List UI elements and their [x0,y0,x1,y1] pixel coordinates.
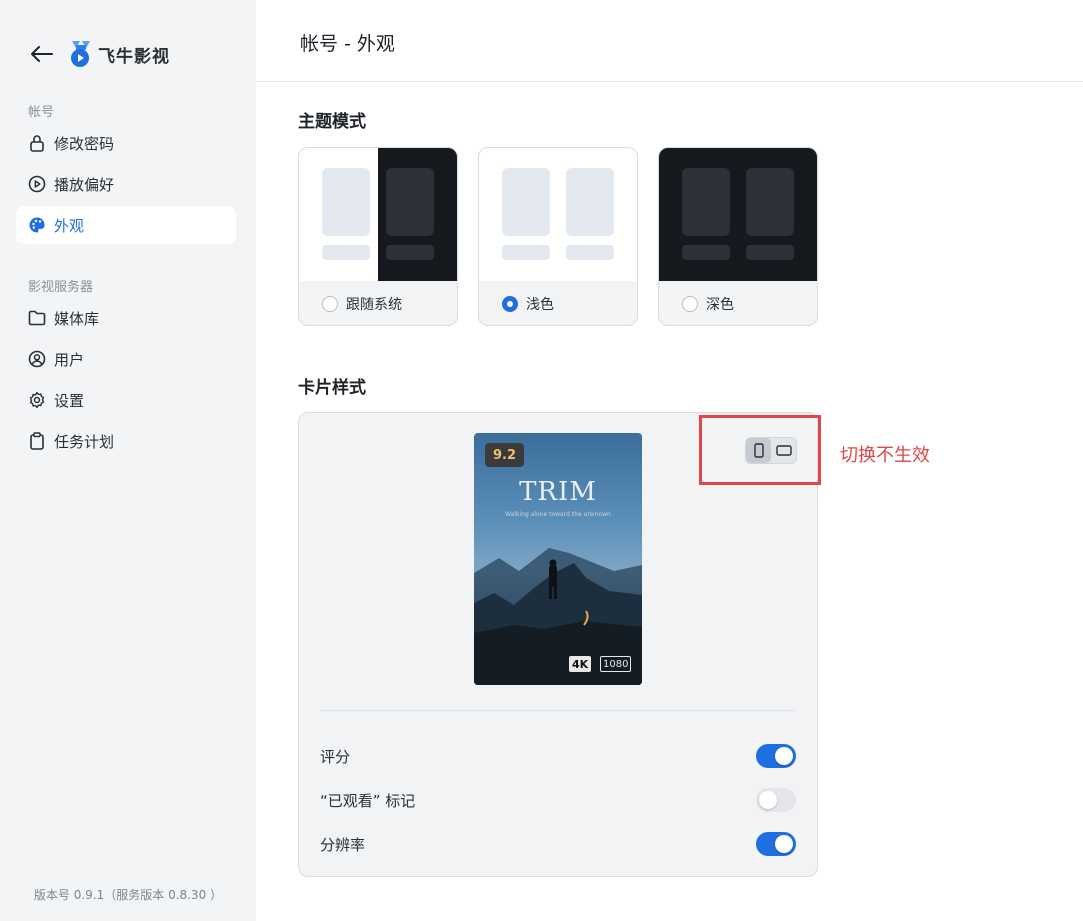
preview-block [322,245,370,260]
switch-knob [759,791,777,809]
theme-mode-heading: 主题模式 [298,112,366,132]
rating-badge: 9.2 [485,443,524,467]
preview-block [682,168,730,236]
annotation-note: 切换不生效 [840,445,930,466]
switch-knob [775,835,793,853]
preview-block [502,245,550,260]
theme-preview-system [299,148,457,281]
sidebar-item-change-password[interactable]: 修改密码 [16,124,236,162]
preview-block [502,168,550,236]
toggle-label: “已观看” 标记 [320,791,416,810]
section-title-account: 帐号 [28,105,55,120]
sidebar-item-appearance[interactable]: 外观 [16,206,236,244]
brand: 飞牛影视 [30,38,170,70]
radio-button[interactable] [322,295,338,312]
theme-preview-dark [659,148,817,281]
sidebar-item-label: 修改密码 [54,134,115,153]
palette-icon [27,215,47,235]
arrow-left-icon [31,46,53,62]
theme-option-label: 浅色 [526,296,554,313]
theme-option-footer: 深色 [659,281,817,325]
theme-option-dark[interactable]: 深色 [658,147,818,326]
lock-icon [27,133,47,153]
poster-preview: 9.2 TRIM Walking alone toward the unknow… [474,433,642,685]
preview-block [322,168,370,236]
clipboard-icon [27,431,47,451]
poster-subtitle: Walking alone toward the unknown [505,511,611,518]
theme-option-light[interactable]: 浅色 [478,147,638,326]
divider [320,710,796,711]
preview-block [566,245,614,260]
annotation-highlight-box [699,415,821,485]
preview-block [386,168,434,236]
sidebar-item-users[interactable]: 用户 [16,340,236,378]
theme-option-footer: 浅色 [479,281,637,325]
toggle-row-watched: “已观看” 标记 [320,787,796,813]
sidebar-item-media-library[interactable]: 媒体库 [16,299,236,337]
gear-icon [27,390,47,410]
back-button[interactable] [30,42,54,66]
folder-icon [27,308,47,328]
resolution-switch[interactable] [756,832,796,856]
logo-icon [71,41,90,67]
rating-switch[interactable] [756,744,796,768]
play-circle-icon [27,174,47,194]
page-title: 帐号 - 外观 [300,33,395,55]
toggle-row-resolution: 分辨率 [320,831,796,857]
toggle-row-rating: 评分 [320,743,796,769]
sidebar-item-settings[interactable]: 设置 [16,381,236,419]
toggle-label: 评分 [320,747,351,766]
theme-option-system[interactable]: 跟随系统 [298,147,458,326]
version-text: 版本号 0.9.1（服务版本 0.8.30 ） [33,888,223,902]
resolution-badge-1080: 1080 [600,656,632,672]
toggle-label: 分辨率 [320,835,366,854]
theme-option-label: 深色 [706,296,734,313]
sidebar: 飞牛影视 帐号 修改密码 播放偏好 外观 影视服务器 媒体库 用户 设置 任务计… [0,0,256,921]
sidebar-item-label: 设置 [54,391,85,410]
theme-option-footer: 跟随系统 [299,281,457,325]
sidebar-item-playback[interactable]: 播放偏好 [16,165,236,203]
preview-block [746,245,794,260]
user-icon [27,349,47,369]
theme-option-label: 跟随系统 [346,296,402,313]
sidebar-item-label: 用户 [54,350,85,369]
resolution-badge-4k: 4K [569,656,592,672]
watched-mark-switch[interactable] [756,788,796,812]
preview-block [746,168,794,236]
section-title-server: 影视服务器 [28,280,94,295]
header: 帐号 - 外观 [256,0,1083,82]
sidebar-item-label: 媒体库 [54,309,100,328]
poster-title: TRIM [519,477,597,507]
preview-block [566,168,614,236]
preview-block [386,245,434,260]
sidebar-item-label: 任务计划 [54,432,115,451]
radio-button[interactable] [682,295,698,312]
theme-preview-light [479,148,637,281]
card-style-heading: 卡片样式 [298,378,366,398]
switch-knob [775,747,793,765]
sidebar-item-tasks[interactable]: 任务计划 [16,422,236,460]
sidebar-item-label: 播放偏好 [54,175,115,194]
preview-block [682,245,730,260]
radio-button-checked[interactable] [502,295,518,312]
sidebar-item-label: 外观 [54,216,85,235]
brand-name: 飞牛影视 [98,46,170,67]
